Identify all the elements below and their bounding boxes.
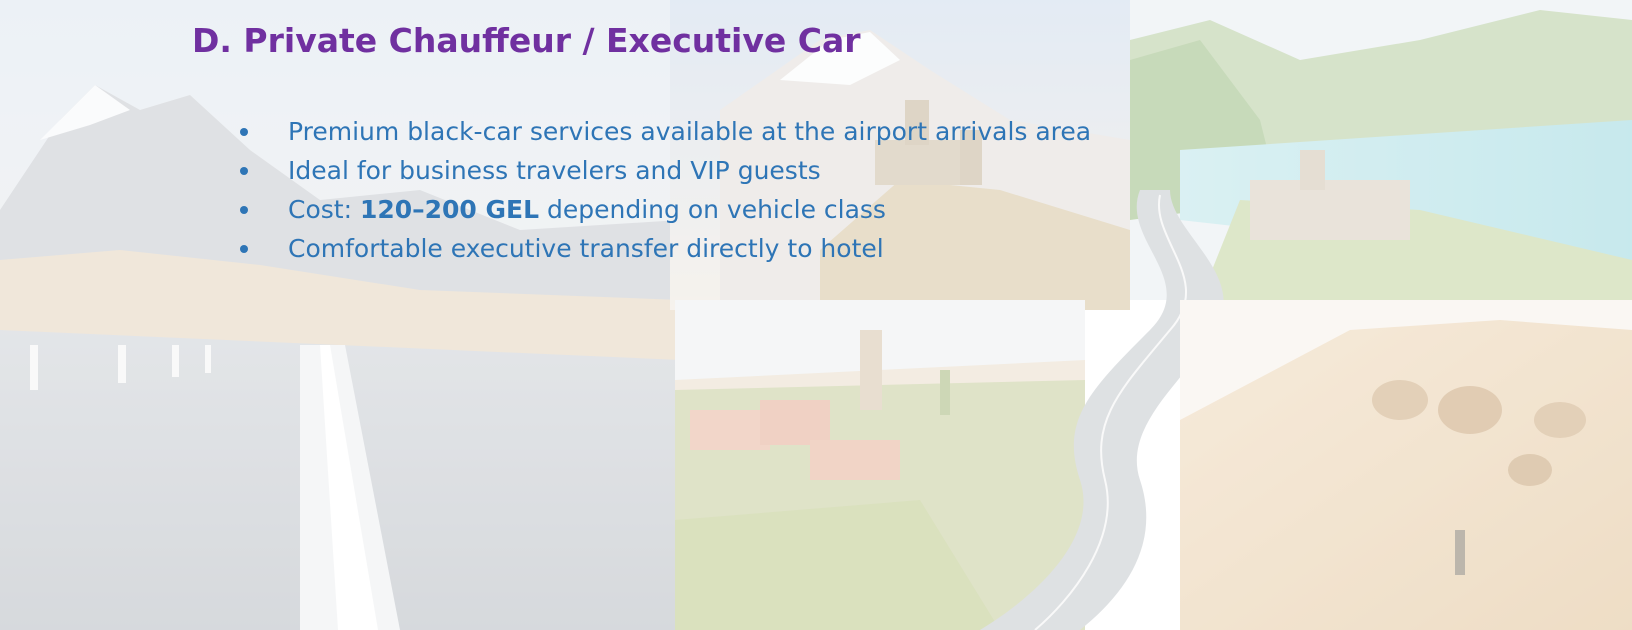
bullet-text: Ideal for business travelers and VIP gue… bbox=[288, 156, 821, 185]
background-white-overlay bbox=[0, 0, 1632, 630]
slide: D. Private Chauffeur / Executive Car Pre… bbox=[0, 0, 1632, 630]
bullet-item: Cost: 120–200 GEL depending on vehicle c… bbox=[238, 190, 1091, 229]
bullet-text: Comfortable executive transfer directly … bbox=[288, 234, 884, 263]
cost-label: Cost: bbox=[288, 195, 360, 224]
bullet-item: Ideal for business travelers and VIP gue… bbox=[238, 151, 1091, 190]
bullet-item: Premium black-car services available at … bbox=[238, 112, 1091, 151]
bullet-item: Comfortable executive transfer directly … bbox=[238, 229, 1091, 268]
slide-title: D. Private Chauffeur / Executive Car bbox=[192, 21, 861, 60]
bullet-list: Premium black-car services available at … bbox=[238, 112, 1091, 268]
bullet-dot-icon bbox=[240, 128, 248, 136]
bullet-text: Premium black-car services available at … bbox=[288, 117, 1092, 146]
cost-value: 120–200 GEL bbox=[359, 195, 540, 224]
bullet-dot-icon bbox=[240, 245, 248, 253]
bullet-dot-icon bbox=[240, 206, 248, 214]
cost-note: depending on vehicle class bbox=[539, 195, 886, 224]
bullet-dot-icon bbox=[240, 167, 248, 175]
